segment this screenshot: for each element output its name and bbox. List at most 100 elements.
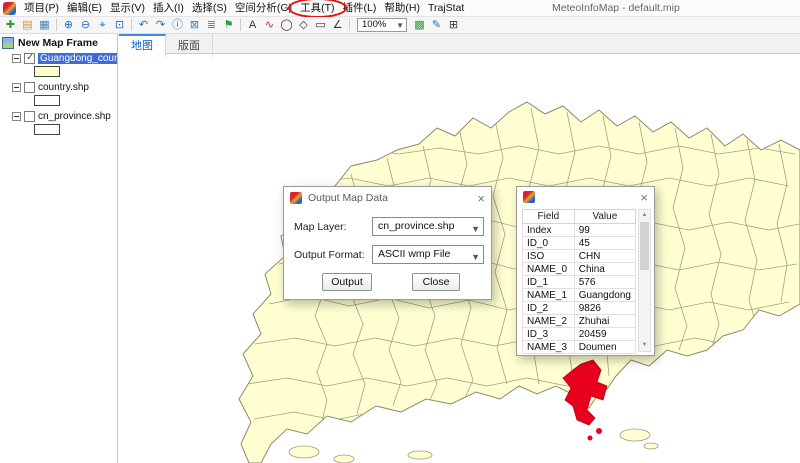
rectangle-icon[interactable]: ▭ [312,17,329,33]
menu-item-plugins[interactable]: 插件(L) [339,0,381,17]
field-cell: NAME_0 [523,263,575,276]
value-cell: 576 [574,276,635,289]
attribute-dialog: × Field Value Index99 ID_045 ISOCHN NAME… [516,186,655,356]
dialog-title: Output Map Data [308,192,477,204]
pan-icon[interactable]: ⌖ [94,17,111,33]
value-cell: 45 [574,237,635,250]
map-frame-label: New Map Frame [18,37,98,49]
layer-item-guangdong-county[interactable]: Guangdong_county.shp [0,51,117,65]
output-format-combobox[interactable]: ASCII wmp File ▼ [372,245,484,264]
layer-swatch[interactable] [34,95,60,106]
label-icon[interactable]: A [244,17,261,33]
attr-row[interactable]: Index99 [523,224,636,237]
layer-swatch[interactable] [34,66,60,77]
menu-item-help[interactable]: 帮助(H) [380,0,424,17]
layer-item-cn-province[interactable]: cn_province.shp [0,109,117,123]
field-cell: NAME_1 [523,289,575,302]
attr-row[interactable]: ID_1576 [523,276,636,289]
collapse-icon[interactable] [12,83,21,92]
new-icon[interactable]: ✚ [2,17,19,33]
scroll-down-icon[interactable]: ▼ [639,340,650,351]
menu-item-spatial-analysis[interactable]: 空间分析(G) [231,0,296,17]
layers-icon[interactable]: ≣ [203,17,220,33]
output-button[interactable]: Output [322,273,372,291]
output-map-data-dialog: Output Map Data × Map Layer: cn_province… [283,186,492,300]
value-cell: 20459 [574,328,635,341]
collapse-icon[interactable] [12,112,21,121]
attr-row[interactable]: NAME_0China [523,263,636,276]
select-icon[interactable]: ⊠ [186,17,203,33]
value-cell: Guangdong [574,289,635,302]
field-cell: ISO [523,250,575,263]
close-icon[interactable]: × [477,192,485,205]
measure-icon[interactable]: ∠ [329,17,346,33]
value-cell: Zhuhai [574,315,635,328]
menu-item-tools-label: 工具(T) [300,2,334,14]
map-frame-icon [2,37,14,49]
tab-map[interactable]: 地图 [119,34,166,57]
attr-row[interactable]: ID_320459 [523,328,636,341]
save-icon[interactable]: ▦ [36,17,53,33]
value-column-header: Value [574,210,635,224]
layer-checkbox[interactable] [24,53,35,64]
identify-icon[interactable]: ⓘ [169,17,186,33]
polyline-icon[interactable]: ∿ [261,17,278,33]
layer-item-country[interactable]: country.shp [0,80,117,94]
layer-label[interactable]: Guangdong_county.shp [38,53,117,64]
map-frame-node[interactable]: New Map Frame [0,34,117,51]
full-extent-icon[interactable]: ⊡ [111,17,128,33]
flag-icon[interactable]: ⚑ [220,17,237,33]
close-icon[interactable]: × [640,191,648,204]
value-cell: China [574,263,635,276]
scroll-up-icon[interactable]: ▲ [639,210,650,221]
zoom-out-icon[interactable]: ⊖ [77,17,94,33]
tab-layout[interactable]: 版面 [166,34,213,57]
attr-row[interactable]: ID_045 [523,237,636,250]
polygon-icon[interactable]: ◇ [295,17,312,33]
attr-row[interactable]: NAME_2Zhuhai [523,315,636,328]
layer-checkbox[interactable] [24,82,35,93]
layer-label[interactable]: cn_province.shp [38,111,111,122]
app-logo-icon [3,2,16,15]
menu-item-edit[interactable]: 编辑(E) [63,0,106,17]
scrollbar-thumb[interactable] [640,222,649,270]
tab-bar: 地图版面 [119,34,800,54]
menu-item-project[interactable]: 项目(P) [20,0,63,17]
close-button[interactable]: Close [412,273,460,291]
attr-row[interactable]: NAME_3Doumen [523,341,636,354]
attr-row[interactable]: ISOCHN [523,250,636,263]
menu-item-trajstat[interactable]: TrajStat [424,0,468,17]
field-cell: Index [523,224,575,237]
previous-view-icon[interactable]: ↶ [135,17,152,33]
application-window: 项目(P) 编辑(E) 显示(V) 插入(I) 选择(S) 空间分析(G) 工具… [0,0,800,463]
next-view-icon[interactable]: ↷ [152,17,169,33]
dialog-logo-icon [290,192,302,204]
collapse-icon[interactable] [12,54,21,63]
dialog-title-bar[interactable]: Output Map Data × [284,187,491,209]
attr-row[interactable]: NAME_1Guangdong [523,289,636,302]
zoom-in-icon[interactable]: ⊕ [60,17,77,33]
menu-bar: 项目(P) 编辑(E) 显示(V) 插入(I) 选择(S) 空间分析(G) 工具… [0,0,800,17]
edit-icon[interactable]: ✎ [428,17,445,33]
zoom-level-value: 100% [362,19,386,30]
ellipse-icon[interactable]: ◯ [278,17,295,33]
layer-label[interactable]: country.shp [38,82,89,93]
open-icon[interactable]: ▤ [19,17,36,33]
zoom-level-combobox[interactable]: 100% ▼ [357,18,407,32]
map-layer-combobox[interactable]: cn_province.shp ▼ [372,217,484,236]
attribute-table-icon[interactable]: ⊞ [445,17,462,33]
layer-checkbox[interactable] [24,111,35,122]
value-cell: 9826 [574,302,635,315]
map-view-icon[interactable]: ▩ [411,17,428,33]
attr-row[interactable]: ID_29826 [523,302,636,315]
dialog-title-bar[interactable]: × [517,187,654,207]
menu-item-tools[interactable]: 工具(T) [296,0,338,17]
layer-swatch[interactable] [34,124,60,135]
menu-item-selection[interactable]: 选择(S) [188,0,231,17]
menu-item-view[interactable]: 显示(V) [106,0,149,17]
attribute-table: Field Value Index99 ID_045 ISOCHN NAME_0… [522,209,636,355]
menu-item-insert[interactable]: 插入(I) [149,0,188,17]
scrollbar[interactable]: ▲ ▼ [638,209,651,352]
value-cell: CHN [574,250,635,263]
output-format-value: ASCII wmp File [378,248,450,260]
